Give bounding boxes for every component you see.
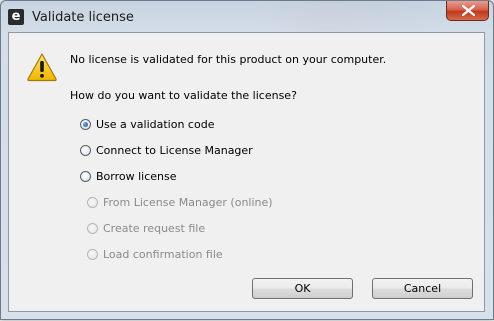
radio-button[interactable] bbox=[80, 145, 91, 156]
app-icon: e bbox=[8, 9, 24, 25]
radio-label: Connect to License Manager bbox=[96, 144, 253, 157]
close-icon bbox=[462, 5, 475, 16]
close-button[interactable] bbox=[446, 1, 489, 21]
radio-label: Create request file bbox=[103, 222, 206, 235]
cancel-button[interactable]: Cancel bbox=[372, 278, 473, 299]
title-bar[interactable]: e Validate license bbox=[1, 1, 493, 33]
desktop-background: e Validate license No license is validat… bbox=[0, 0, 494, 321]
radio-button-selected[interactable] bbox=[80, 119, 91, 130]
radio-button-disabled[interactable] bbox=[87, 223, 98, 234]
validate-license-dialog: e Validate license No license is validat… bbox=[0, 0, 494, 320]
radio-button-disabled[interactable] bbox=[87, 249, 98, 260]
ok-button[interactable]: OK bbox=[252, 278, 353, 299]
radio-label: Load confirmation file bbox=[103, 248, 223, 261]
radio-button-disabled[interactable] bbox=[87, 197, 98, 208]
warning-icon bbox=[27, 53, 57, 82]
dialog-title: Validate license bbox=[32, 10, 134, 25]
radio-label: From License Manager (online) bbox=[103, 196, 273, 209]
dialog-body: No license is validated for this product… bbox=[8, 32, 485, 312]
radio-label: Use a validation code bbox=[96, 118, 215, 131]
license-message: No license is validated for this product… bbox=[70, 53, 387, 66]
radio-selected-dot bbox=[83, 122, 88, 127]
radio-button[interactable] bbox=[80, 171, 91, 182]
radio-label: Borrow license bbox=[96, 170, 177, 183]
validation-question: How do you want to validate the license? bbox=[70, 89, 297, 102]
